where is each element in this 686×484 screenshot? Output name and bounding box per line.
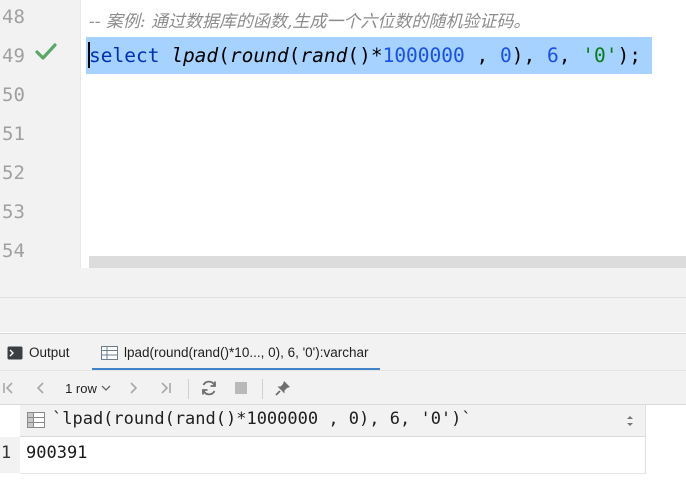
function-rand: rand bbox=[300, 44, 348, 67]
chevron-left-icon bbox=[36, 382, 44, 394]
last-page-button[interactable] bbox=[156, 377, 176, 399]
function-round: round bbox=[229, 44, 289, 67]
next-page-button[interactable] bbox=[124, 377, 144, 399]
previous-page-button[interactable] bbox=[30, 377, 50, 399]
line-number: 50 bbox=[2, 84, 25, 106]
row-count-dropdown[interactable]: 1 row bbox=[60, 377, 116, 399]
gutter-divider bbox=[80, 0, 81, 268]
last-page-icon bbox=[161, 382, 171, 394]
first-page-icon bbox=[3, 382, 13, 394]
result-toolbar: 1 row bbox=[0, 370, 686, 405]
toolbar-separator bbox=[188, 379, 189, 399]
code-line-selected[interactable]: select lpad(round(rand()*1000000 , 0), 6… bbox=[89, 44, 641, 67]
toolbar-separator bbox=[262, 379, 263, 399]
horizontal-scrollbar[interactable] bbox=[89, 256, 686, 268]
refresh-button[interactable] bbox=[197, 377, 221, 399]
function-lpad: lpad bbox=[171, 44, 219, 67]
keyword-select: select bbox=[89, 44, 160, 67]
console-output-icon bbox=[7, 346, 23, 359]
pin-icon bbox=[275, 381, 290, 396]
number-literal: 1000000 bbox=[382, 44, 465, 67]
line-number: 54 bbox=[2, 240, 25, 262]
table-grid-icon bbox=[101, 345, 118, 360]
stop-icon bbox=[235, 382, 247, 394]
column-icon bbox=[27, 412, 45, 428]
tab-result[interactable]: lpad(round(rand()*10..., 0), 6, '0'):var… bbox=[101, 334, 369, 371]
refresh-icon bbox=[202, 380, 216, 396]
divider-line bbox=[0, 297, 686, 298]
chevron-right-icon bbox=[130, 382, 138, 394]
tab-output[interactable]: Output bbox=[7, 334, 70, 371]
column-divider bbox=[645, 405, 646, 474]
line-number: 53 bbox=[2, 201, 25, 223]
line-number: 48 bbox=[2, 6, 25, 28]
panel-splitter[interactable] bbox=[0, 268, 686, 332]
column-title: `lpad(round(rand()*1000000 , 0), 6, '0')… bbox=[52, 409, 472, 429]
chevron-down-icon bbox=[101, 385, 111, 391]
first-page-button[interactable] bbox=[0, 377, 16, 399]
code-comment: -- 案例: 通过数据库的函数,生成一个六位数的随机验证码。 bbox=[89, 12, 531, 32]
row-number: 1 bbox=[1, 443, 12, 463]
result-grid: `lpad(round(rand()*1000000 , 0), 6, '0')… bbox=[0, 404, 686, 484]
results-tab-bar: Output lpad(round(rand()*10..., 0), 6, '… bbox=[0, 333, 686, 371]
tab-output-label: Output bbox=[29, 345, 70, 360]
number-literal: 6 bbox=[546, 44, 559, 67]
execution-success-check-icon bbox=[35, 43, 57, 60]
row-count-label: 1 row bbox=[65, 380, 97, 396]
table-cell[interactable]: 900391 bbox=[26, 443, 87, 463]
line-number: 52 bbox=[2, 162, 25, 184]
row-divider bbox=[20, 473, 646, 474]
string-literal: '0' bbox=[582, 44, 618, 67]
pin-tab-button[interactable] bbox=[271, 377, 295, 399]
sort-icon[interactable] bbox=[626, 414, 634, 428]
number-literal: 0 bbox=[500, 44, 512, 67]
line-number: 51 bbox=[2, 123, 25, 145]
code-editor[interactable]: 48 49 50 51 52 53 54 -- 案例: 通过数据库的函数,生成一… bbox=[0, 0, 686, 268]
stop-button[interactable] bbox=[230, 377, 252, 399]
tab-result-label: lpad(round(rand()*10..., 0), 6, '0'):var… bbox=[124, 345, 369, 360]
column-header[interactable]: `lpad(round(rand()*1000000 , 0), 6, '0')… bbox=[20, 405, 646, 437]
